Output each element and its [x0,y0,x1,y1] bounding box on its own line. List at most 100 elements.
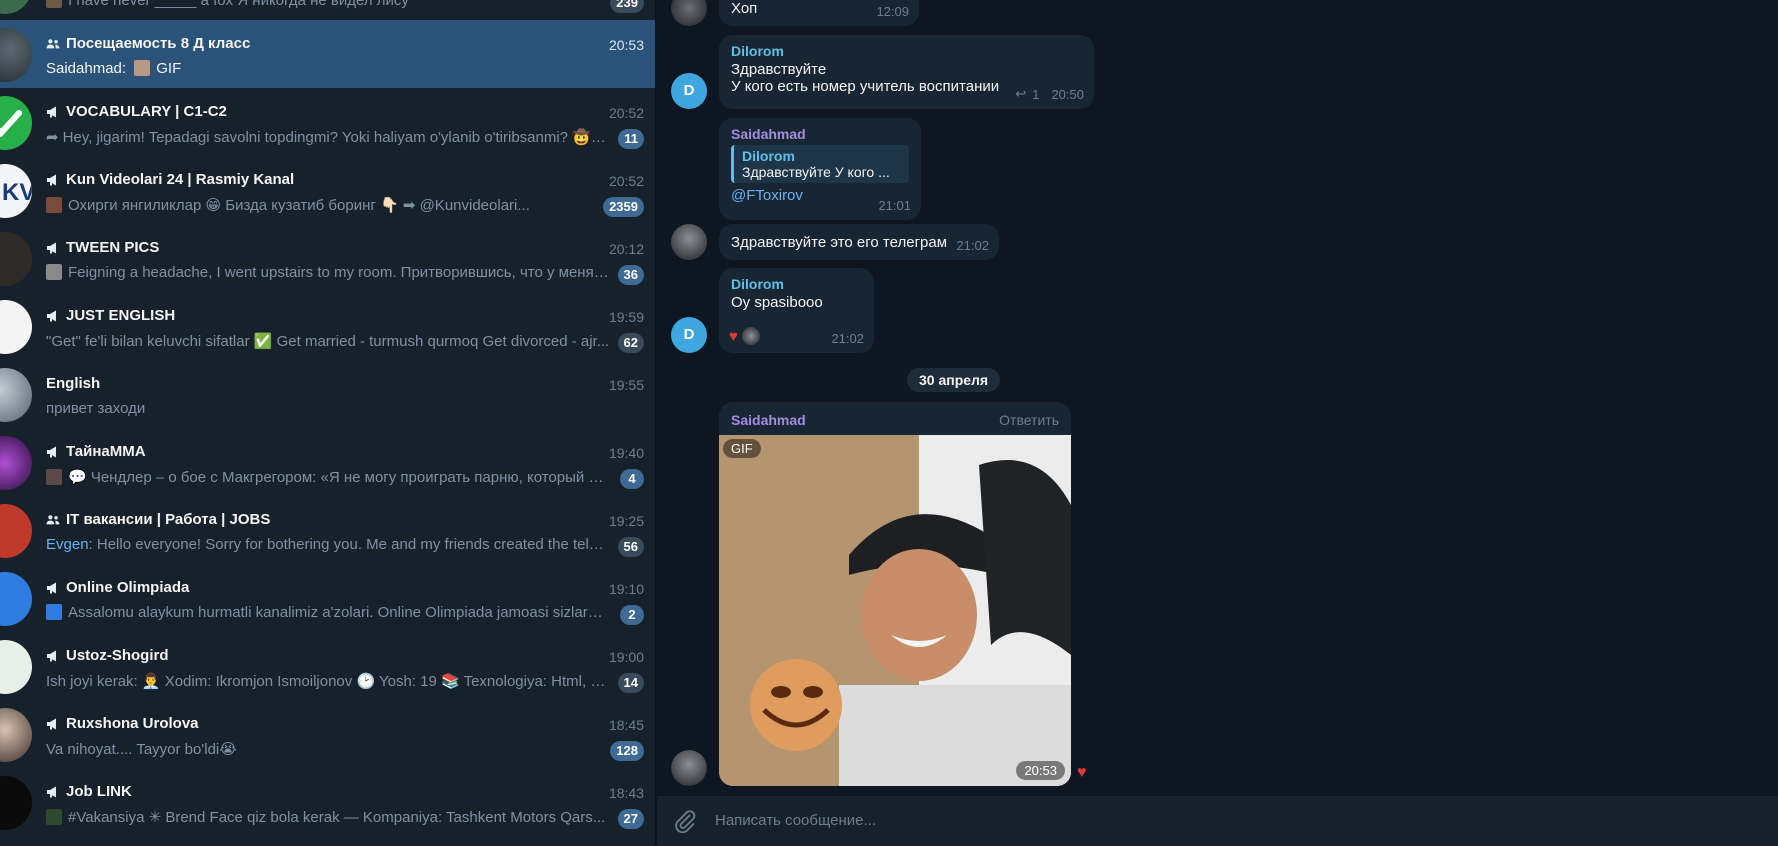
chat-title: Job LINK [46,783,132,800]
chat-title: JUST ENGLISH [46,307,175,324]
chat-preview: Assalomu alaykum hurmatli kanalimiz a'zo… [46,604,610,621]
chat-avatar [0,368,32,422]
chat-avatar [0,96,32,150]
chat-time: 20:53 [608,37,644,53]
chat-preview: 💬 Чендлер – о бое с Макгрегором: «Я не м… [46,468,610,486]
gif-message-bubble[interactable]: Saidahmad Ответить GIF 20:53 [719,402,1071,786]
chat-time: 20:52 [608,105,644,121]
reactor-avatar [741,327,760,345]
chat-title: Kun Videolari 24 | Rasmiy Kanal [46,171,294,188]
media-thumbnail-icon [46,0,62,8]
kv-logo-icon: KV [2,179,32,206]
chat-row-online-olimpiada[interactable]: Online Olimpiada 19:10 Assalomu alaykum … [0,564,655,632]
chat-avatar [0,436,32,490]
chat-preview: I have never _____ a fox Я никогда не ви… [46,0,610,9]
chat-row-job-link[interactable]: Job LINK 18:43 #Vakansiya ✳ Brend Face q… [0,768,655,836]
channel-icon [47,242,56,253]
chat-avatar: KV [0,164,32,218]
chat-row-just-english[interactable]: JUST ENGLISH 19:59 "Get" fe'li bilan kel… [0,292,655,360]
gif-illustration [719,435,1071,786]
chat-preview: Охирги янгиликлар 😁 Бизда кузатиб боринг… [46,196,610,214]
channel-icon [47,582,56,593]
message-bubble[interactable]: Здравствуйте это его телеграм 21:02 [719,224,999,260]
message-text: Oy spasibooo [731,294,823,311]
chat-time: 19:55 [608,377,644,393]
video-thumbnail-icon [46,197,62,213]
chat-avatar [0,504,32,558]
chat-title: TWEEN PICS [46,239,159,256]
chat-row-posechaemost[interactable]: Посещаемость 8 Д класс 20:53 Saidahmad: … [0,20,655,88]
chat-row-vocabulary[interactable]: VOCABULARY | C1-C2 20:52 ➦ Hey, jigarim! … [0,88,655,156]
avatar-image [671,750,707,786]
reply-button[interactable]: Ответить [999,412,1059,428]
chat-row-english[interactable]: English 19:55 привет заходи [0,360,655,428]
chat-avatar [0,28,32,82]
reply-count[interactable]: 1 [1032,87,1039,102]
sender-avatar[interactable] [671,0,707,26]
message-input[interactable]: Написать сообщение... [715,812,876,829]
chat-preview: привет заходи [46,400,146,417]
chat-row-ruxshona-urolova[interactable]: Ruxshona Urolova 18:45 Va nihoyat.... Ta… [0,700,655,768]
chat-preview: #Vakansiya ✳ Brend Face qiz bola kerak —… [46,808,610,826]
chat-avatar [0,232,32,286]
chat-title: Online Olimpiada [46,579,189,596]
message-time: 21:02 [831,331,864,346]
chat-row-partial[interactable]: I have never _____ a fox Я никогда не ви… [0,0,655,20]
sender-name[interactable]: Dilorom [731,43,1082,59]
unread-badge: 27 [617,809,644,829]
group-icon [46,38,60,48]
attach-paperclip-icon[interactable] [673,809,697,833]
chat-preview: ➦ Hey, jigarim! Tepadagi savolni topdingm… [46,129,610,146]
chat-time: 19:59 [608,309,644,325]
message-time: 12:09 [876,4,909,19]
channel-icon [47,106,56,117]
chat-time: 19:25 [608,513,644,529]
reaction-chip[interactable]: ♥ [729,327,760,345]
chat-title: ТайнаММА [46,443,146,460]
chat-title: Ustoz-Shogird [46,647,169,664]
sender-avatar[interactable] [671,224,707,260]
chat-preview: Feigning a headache, I went upstairs to … [46,264,610,281]
message-time: 21:01 [878,198,911,213]
message-bubble[interactable]: Хоп 12:09 [719,0,919,26]
chat-title: English [46,375,101,392]
sender-name[interactable]: Saidahmad [731,126,909,142]
sender-avatar[interactable]: D [671,73,707,109]
channel-icon [47,310,56,321]
message-input-bar: Написать сообщение... [657,795,1778,846]
chat-row-ustoz-shogird[interactable]: Ustoz-Shogird 19:00 Ish joyi kerak: 👨‍💼 … [0,632,655,700]
unread-badge: 36 [617,265,644,285]
reply-quote[interactable]: Dilorom Здравствуйте У кого ... [731,145,909,183]
unread-badge: 4 [620,469,644,489]
chat-row-it-vakansii[interactable]: IT вакансии | Работа | JOBS 19:25 Evgen:… [0,496,655,564]
photo-thumbnail-icon [46,809,62,825]
chat-row-tween-pics[interactable]: TWEEN PICS 20:12 Feigning a headache, I … [0,224,655,292]
chat-title: IT вакансии | Работа | JOBS [46,511,270,528]
chat-row-taina-mma[interactable]: ТайнаММА 19:40 💬 Чендлер – о бое с Макгр… [0,428,655,496]
chat-avatar [0,776,32,830]
message-bubble[interactable]: Dilorom Oy spasibooo ♥ 21:02 [719,268,874,353]
message-text: Здравствуйте [731,61,827,78]
reply-arrow-icon[interactable]: ↩ [1015,86,1026,102]
chat-row-kun-videolari[interactable]: KV Kun Videolari 24 | Rasmiy Kanal 20:52… [0,156,655,224]
chat-list-panel: I have never _____ a fox Я никогда не ви… [0,0,656,846]
chat-title: Посещаемость 8 Д класс [46,35,250,52]
heart-reaction-icon: ♥ [729,327,738,345]
channel-icon [47,786,56,797]
sender-name[interactable]: Dilorom [731,276,862,292]
unread-badge: 128 [610,741,644,761]
video-thumbnail-icon [46,264,62,280]
channel-icon [47,650,56,661]
date-separator: 30 апреля [907,368,1001,392]
sender-avatar[interactable] [671,750,707,786]
unread-badge: 239 [610,0,644,13]
unread-badge: 11 [618,129,644,149]
gif-media[interactable]: GIF 20:53 [719,435,1071,786]
unread-badge: 56 [617,537,644,557]
heart-reaction-icon[interactable]: ♥ [1077,764,1087,782]
sender-avatar[interactable]: D [671,317,707,353]
sender-name[interactable]: Saidahmad [731,412,806,428]
message-bubble[interactable]: Dilorom Здравствуйте У кого есть номер у… [719,35,1094,109]
message-bubble[interactable]: Saidahmad Dilorom Здравствуйте У кого ..… [719,118,921,220]
photo-thumbnail-icon [46,469,62,485]
